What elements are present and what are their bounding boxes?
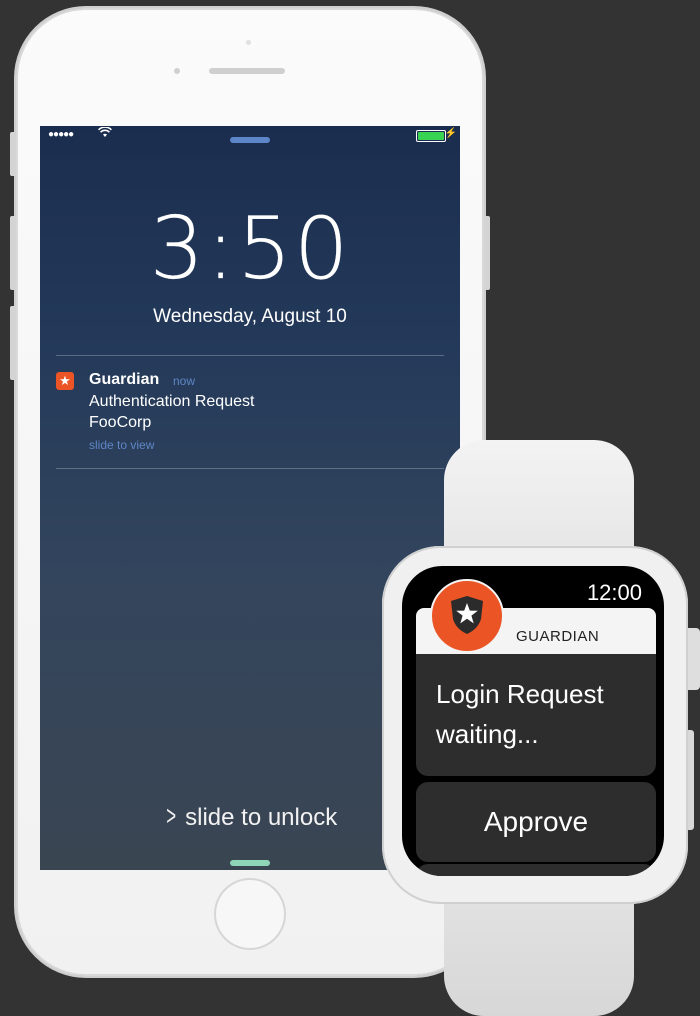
watch-login-message: Login Request waiting...: [436, 679, 604, 749]
lock-screen-date: Wednesday, August 10: [153, 306, 347, 327]
volume-down-button: [10, 306, 16, 380]
charging-bolt-icon: ⚡: [444, 128, 457, 139]
home-button[interactable]: [214, 878, 286, 950]
earpiece-speaker: [209, 68, 285, 74]
battery-level: [418, 132, 444, 140]
guardian-app-icon: ★: [56, 372, 74, 390]
control-center-grabber[interactable]: [230, 860, 270, 866]
notification-center-grabber[interactable]: [230, 137, 270, 143]
wifi-icon: [98, 126, 112, 141]
guardian-logo: [430, 579, 504, 653]
proximity-sensor: [246, 40, 251, 45]
notification-title: Authentication Request: [89, 393, 255, 410]
notification-subtitle: FooCorp: [89, 414, 152, 431]
shield-star-icon: [451, 596, 483, 634]
notification-time: now: [173, 374, 196, 388]
lock-screen-clock: 3:50: [149, 199, 351, 299]
notification-divider-bottom: [56, 468, 444, 469]
watch-screen: 12:00 GUARDIAN Login Request waiting... …: [402, 566, 664, 876]
notification-divider-top: [56, 355, 444, 356]
signal-strength-icon: ●●●●●: [48, 129, 74, 140]
notification-slide-to-view[interactable]: slide to view: [89, 438, 154, 452]
watch-time: 12:00: [586, 580, 642, 605]
mute-switch: [10, 132, 16, 176]
volume-up-button: [10, 216, 16, 290]
status-bar: ●●●●● ⚡: [40, 126, 460, 144]
chevron-right-icon: >: [166, 800, 176, 831]
approve-button[interactable]: Approve: [416, 782, 656, 862]
battery-icon: [416, 130, 446, 142]
guardian-notification[interactable]: ★ Guardian now Authentication Request Fo…: [56, 368, 444, 452]
notification-app-name: Guardian: [89, 371, 160, 388]
watch-app-name: GUARDIAN: [516, 628, 600, 645]
power-button: [484, 216, 490, 290]
watch-message-card: Login Request waiting...: [416, 654, 656, 776]
watch-next-action-button[interactable]: [416, 864, 656, 876]
slide-to-unlock-label: slide to unlock: [185, 804, 338, 831]
front-camera: [174, 68, 180, 74]
